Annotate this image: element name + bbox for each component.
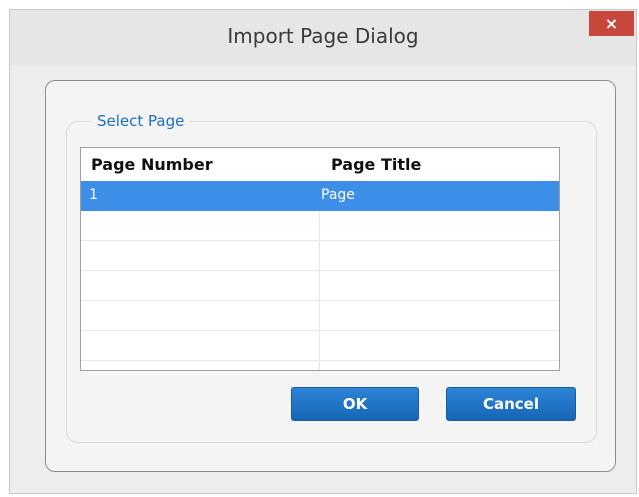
table-row[interactable] xyxy=(81,301,559,331)
close-button[interactable]: × xyxy=(589,11,634,36)
table-header: Page Number Page Title xyxy=(81,148,559,181)
import-page-dialog: Import Page Dialog × Select Page Page Nu… xyxy=(9,9,637,494)
group-legend: Select Page xyxy=(91,112,191,130)
table-rows: 1 Page xyxy=(81,181,559,361)
table-row[interactable]: 1 Page xyxy=(81,181,559,211)
dialog-body: Select Page Page Number Page Title 1 Pag… xyxy=(45,80,616,472)
page-table[interactable]: Page Number Page Title 1 Page xyxy=(80,147,560,371)
table-row[interactable] xyxy=(81,211,559,241)
dialog-title: Import Page Dialog xyxy=(227,24,419,48)
cell-page-title: Page xyxy=(321,187,355,203)
cell-page-number: 1 xyxy=(89,187,98,203)
table-row[interactable] xyxy=(81,331,559,361)
ok-button[interactable]: OK xyxy=(291,387,419,421)
close-icon: × xyxy=(604,14,619,33)
column-header-page-number[interactable]: Page Number xyxy=(91,148,213,181)
table-row[interactable] xyxy=(81,271,559,301)
title-bar[interactable]: Import Page Dialog × xyxy=(10,10,636,66)
column-header-page-title[interactable]: Page Title xyxy=(331,148,421,181)
table-row[interactable] xyxy=(81,241,559,271)
cancel-button[interactable]: Cancel xyxy=(446,387,576,421)
